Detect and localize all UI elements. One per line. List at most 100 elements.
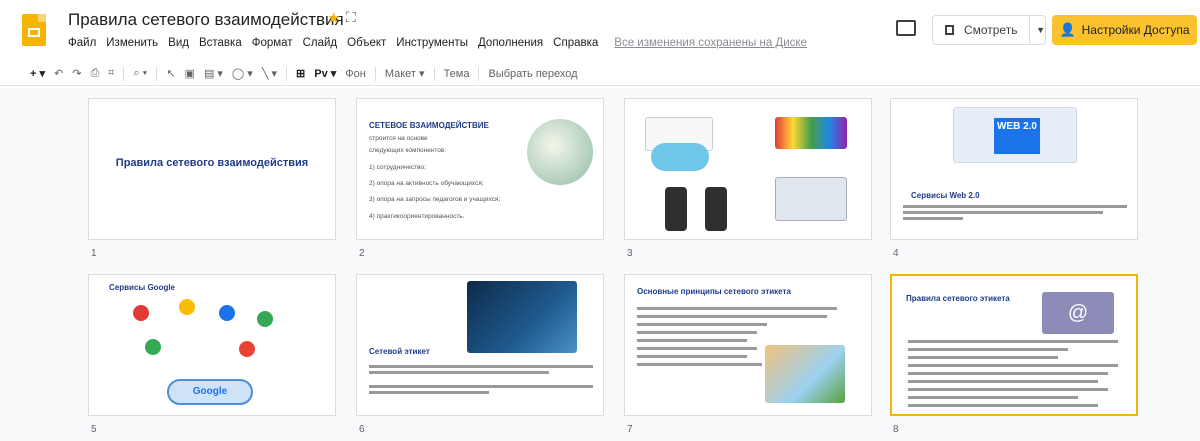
divider <box>156 66 158 81</box>
menu-view[interactable]: Вид <box>168 37 189 49</box>
saved-status[interactable]: Все изменения сохранены на Диске <box>614 37 807 49</box>
background-button[interactable]: Фон <box>345 68 366 80</box>
print-icon[interactable]: ⎙ <box>90 67 99 80</box>
menu-slide[interactable]: Слайд <box>303 37 338 49</box>
slide-title: Правила сетевого этикета <box>906 294 1010 303</box>
layout-button[interactable]: Макет ▾ <box>385 67 425 80</box>
slide-thumbnail-6[interactable]: Сетевой этикет <box>356 274 604 416</box>
shape-icon[interactable]: ◯ ▾ <box>232 67 253 80</box>
slide-thumbnail-7[interactable]: Основные принципы сетевого этикета <box>624 274 872 416</box>
slide-title: СЕТЕВОЕ ВЗАИМОДЕЙСТВИЕ <box>369 121 489 130</box>
google-hub: Google <box>167 379 253 405</box>
slide-number: 4 <box>893 248 899 259</box>
line-icon[interactable]: ╲ ▾ <box>262 67 277 80</box>
calendar-icon <box>219 305 235 321</box>
slide-number: 5 <box>91 424 97 435</box>
globe-image <box>527 119 593 185</box>
menu-bar: Файл Изменить Вид Вставка Формат Слайд О… <box>68 37 807 49</box>
comment-add-icon[interactable]: ⊞ <box>296 67 305 80</box>
at-symbol-image: @ <box>1042 292 1114 334</box>
share-button[interactable]: 👤 Настройки Доступа <box>1052 15 1197 45</box>
redo-icon[interactable]: ↷ <box>72 67 81 80</box>
slide-body-line <box>637 307 837 310</box>
zoom-icon[interactable]: ⌕ ▾ <box>133 67 147 80</box>
star-icon[interactable]: ★ <box>327 9 340 27</box>
slide-body-line <box>369 371 549 374</box>
slide-number: 7 <box>627 424 633 435</box>
transition-button[interactable]: Выбрать переход <box>488 68 577 80</box>
menu-addons[interactable]: Дополнения <box>478 37 543 49</box>
slide-body-line <box>908 348 1068 351</box>
slide-thumbnail-1[interactable]: Правила сетевого взаимодействия <box>88 98 336 240</box>
slide-thumbnail-2[interactable]: СЕТЕВОЕ ВЗАИМОДЕЙСТВИЕ строится на основ… <box>356 98 604 240</box>
move-folder-icon[interactable]: ⛶ <box>346 9 356 26</box>
person-icon: 👤 <box>1059 22 1076 37</box>
slide-body-line <box>908 340 1118 343</box>
menu-edit[interactable]: Изменить <box>106 37 158 49</box>
slide-body-line <box>637 315 827 318</box>
slide-body-line <box>637 363 762 366</box>
comments-icon[interactable] <box>896 20 916 36</box>
maps-icon <box>257 311 273 327</box>
slide-body-line <box>637 339 747 342</box>
menu-object[interactable]: Объект <box>347 37 386 49</box>
slide-body-line <box>908 372 1108 375</box>
slide-number: 3 <box>627 248 633 259</box>
hangouts-icon <box>145 339 161 355</box>
slide-number: 8 <box>893 424 899 435</box>
present-label: Смотреть <box>963 23 1018 37</box>
divider <box>478 66 480 81</box>
title-bar: Правила сетевого взаимодействия ★ ⛶ Файл… <box>0 0 1200 62</box>
slide-body-line <box>908 404 1098 407</box>
theme-button[interactable]: Тема <box>444 68 470 80</box>
slide-body-line <box>903 217 963 220</box>
slide-title: Сетевой этикет <box>369 347 430 356</box>
slide-body-line <box>637 355 747 358</box>
menu-help[interactable]: Справка <box>553 37 598 49</box>
slide-body-line <box>908 396 1078 399</box>
slide-title: Сервисы Web 2.0 <box>911 191 980 200</box>
slide-body-line <box>903 205 1127 208</box>
text-format-icon[interactable]: Рv ▾ <box>314 67 336 80</box>
slide-title: Сервисы Google <box>109 283 176 292</box>
chevron-down-icon[interactable]: ▼ <box>1036 25 1045 35</box>
cartoon-computer-image <box>765 345 845 403</box>
books-image <box>775 117 847 149</box>
slide-thumbnail-4[interactable]: WEB 2.0 Сервисы Web 2.0 <box>890 98 1138 240</box>
present-button[interactable]: Смотреть ▼ <box>932 15 1046 45</box>
paint-format-icon[interactable]: ⌗ <box>108 67 114 80</box>
slide-body-line <box>903 211 1103 214</box>
image-icon[interactable]: ▤ ▾ <box>204 67 223 80</box>
web20-badge: WEB 2.0 <box>994 118 1040 154</box>
document-title[interactable]: Правила сетевого взаимодействия <box>68 10 344 30</box>
slides-logo-icon[interactable] <box>22 14 46 46</box>
slide-body-line <box>637 347 757 350</box>
phone-right-image <box>705 187 727 231</box>
undo-icon[interactable]: ↶ <box>54 67 63 80</box>
select-icon[interactable]: ↖ <box>166 67 175 80</box>
slide-title: Основные принципы сетевого этикета <box>637 287 791 296</box>
menu-insert[interactable]: Вставка <box>199 37 242 49</box>
menu-tools[interactable]: Инструменты <box>396 37 468 49</box>
slide-thumbnail-5[interactable]: Сервисы Google Google <box>88 274 336 416</box>
new-slide-icon[interactable]: + ▾ <box>30 67 45 80</box>
cloud-icon <box>651 143 709 171</box>
divider <box>374 66 376 81</box>
phone-left-image <box>665 187 687 231</box>
drive-icon <box>179 299 195 315</box>
divider <box>123 66 125 81</box>
slide-thumbnail-8[interactable]: Правила сетевого этикета @ <box>890 274 1138 416</box>
photos-icon <box>239 341 255 357</box>
textbox-icon[interactable]: ▣ <box>185 67 195 80</box>
divider <box>433 66 435 81</box>
laptop-search-image <box>775 177 847 221</box>
slide-body-line <box>908 364 1118 367</box>
slide-title: Правила сетевого взаимодействия <box>115 157 309 169</box>
menu-format[interactable]: Формат <box>252 37 293 49</box>
menu-file[interactable]: Файл <box>68 37 96 49</box>
slide-body-line <box>637 331 757 334</box>
slide-grid: Правила сетевого взаимодействия 1 СЕТЕВО… <box>0 88 1200 441</box>
share-label: Настройки Доступа <box>1081 23 1190 37</box>
network-hand-image <box>467 281 577 353</box>
slide-thumbnail-3[interactable] <box>624 98 872 240</box>
